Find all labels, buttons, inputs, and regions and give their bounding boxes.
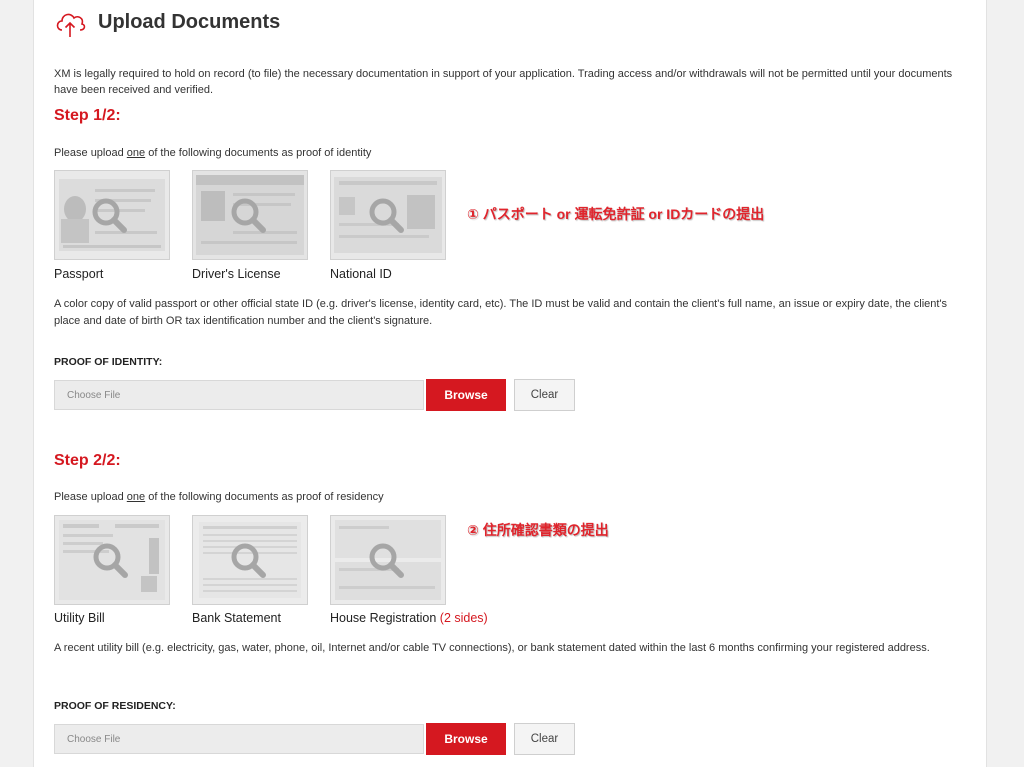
proof-of-residency-label: PROOF OF RESIDENCY: [54, 700, 176, 712]
page-title: Upload Documents [98, 11, 281, 33]
proof-of-identity-label: PROOF OF IDENTITY: [54, 356, 163, 368]
house-registration-thumbnail[interactable] [330, 515, 446, 605]
step2-title: Step 2/2: [54, 452, 121, 469]
step1-title: Step 1/2: [54, 107, 121, 124]
drivers-license-thumbnail[interactable] [192, 170, 308, 260]
national-id-label: National ID [330, 267, 392, 281]
residency-browse-button[interactable]: Browse [426, 723, 506, 755]
utility-bill-thumbnail[interactable] [54, 515, 170, 605]
step1-instruction: Please upload one of the following docum… [54, 147, 372, 159]
intro-text: XM is legally required to hold on record… [54, 68, 953, 96]
identity-annotation: ① パスポート or 運転免許証 or IDカードの提出 [467, 206, 765, 222]
residency-file-input[interactable]: Choose File [54, 724, 424, 754]
national-id-thumbnail[interactable] [330, 170, 446, 260]
bank-statement-label: Bank Statement [192, 611, 281, 625]
passport-label: Passport [54, 267, 104, 281]
passport-thumbnail[interactable] [54, 170, 170, 260]
drivers-license-label: Driver's License [192, 267, 281, 281]
house-registration-label: House Registration (2 sides) [330, 611, 488, 625]
identity-file-input[interactable]: Choose File [54, 380, 424, 410]
residency-clear-button[interactable]: Clear [514, 723, 575, 755]
identity-description: A color copy of valid passport or other … [54, 298, 948, 327]
residency-description: A recent utility bill (e.g. electricity,… [54, 642, 930, 654]
cloud-upload-icon [56, 13, 86, 37]
identity-clear-button[interactable]: Clear [514, 379, 575, 411]
residency-annotation: ② 住所確認書類の提出 [467, 522, 609, 538]
identity-browse-button[interactable]: Browse [426, 379, 506, 411]
utility-bill-label: Utility Bill [54, 611, 105, 625]
bank-statement-thumbnail[interactable] [192, 515, 308, 605]
step2-instruction: Please upload one of the following docum… [54, 491, 384, 503]
two-sides-note: (2 sides) [439, 611, 488, 625]
upload-documents-panel: Upload Documents XM is legally required … [33, 0, 987, 767]
